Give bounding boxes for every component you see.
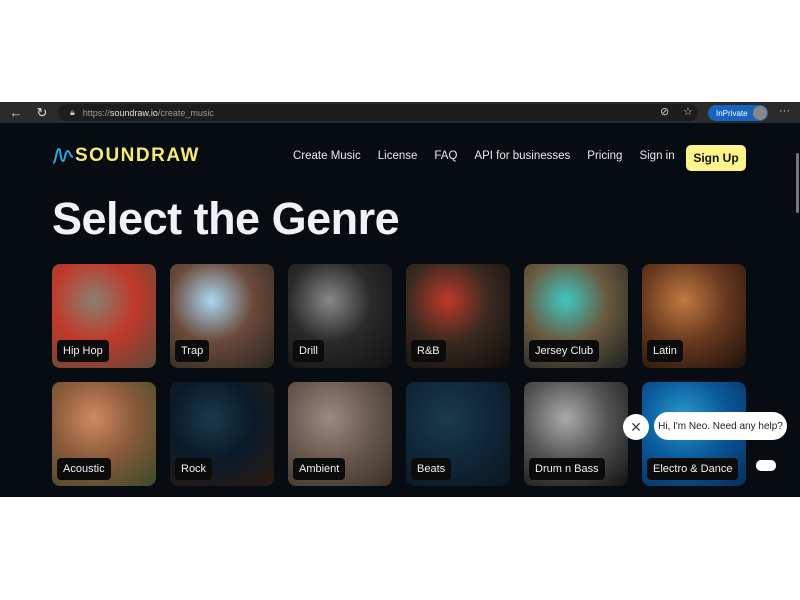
url-domain: soundraw.io <box>109 107 158 118</box>
genre-card-r-b[interactable]: R&B <box>406 264 510 368</box>
genre-label: Electro & Dance <box>647 458 739 480</box>
genre-label: Hip Hop <box>57 340 109 362</box>
genre-card-latin[interactable]: Latin <box>642 264 746 368</box>
tracking-icon[interactable]: ⊘ <box>660 105 669 118</box>
url-path: /create_music <box>157 107 214 118</box>
url-prefix: https:// <box>82 107 110 118</box>
refresh-icon[interactable]: ↻ <box>32 105 52 121</box>
chat-icon[interactable] <box>756 460 776 471</box>
genre-label: Drum n Bass <box>529 458 605 480</box>
logo-wave-icon <box>52 147 74 164</box>
browser-toolbar: ← ↻ 🔒︎ https://soundraw.io/create_music … <box>0 102 800 123</box>
genre-card-hip-hop[interactable]: Hip Hop <box>52 264 156 368</box>
nav-sign-in[interactable]: Sign in <box>639 150 674 162</box>
scrollbar[interactable] <box>796 123 800 497</box>
genre-card-beats[interactable]: Beats <box>406 382 510 486</box>
more-icon[interactable]: ··· <box>779 105 790 117</box>
chat-bubble[interactable]: Hi, I'm Neo. Need any help? <box>654 412 787 440</box>
close-chat-icon[interactable]: ✕ <box>623 414 649 440</box>
main-nav: Create Music License FAQ API for busines… <box>293 150 692 162</box>
genre-card-ambient[interactable]: Ambient <box>288 382 392 486</box>
genre-card-trap[interactable]: Trap <box>170 264 274 368</box>
logo-text: SOUNDRAW <box>75 145 200 166</box>
genre-label: Rock <box>175 458 213 480</box>
genre-label: Drill <box>293 340 324 362</box>
nav-create-music[interactable]: Create Music <box>293 150 361 162</box>
page-title: Select the Genre <box>52 193 400 244</box>
inprivate-label: InPrivate <box>716 108 748 118</box>
genre-label: Latin <box>647 340 683 362</box>
favorite-star-icon[interactable]: ☆ <box>683 105 693 118</box>
genre-card-jersey-club[interactable]: Jersey Club <box>524 264 628 368</box>
nav-pricing[interactable]: Pricing <box>587 150 622 162</box>
inprivate-button[interactable]: InPrivate <box>708 105 768 121</box>
genre-card-drum-n-bass[interactable]: Drum n Bass <box>524 382 628 486</box>
genre-label: Ambient <box>293 458 346 480</box>
genre-label: Jersey Club <box>529 340 600 362</box>
address-bar[interactable]: 🔒︎ https://soundraw.io/create_music <box>58 104 698 121</box>
genre-label: R&B <box>411 340 446 362</box>
nav-license[interactable]: License <box>378 150 418 162</box>
lock-icon: 🔒︎ <box>70 107 75 117</box>
genre-label: Beats <box>411 458 452 480</box>
logo[interactable]: SOUNDRAW <box>52 145 200 167</box>
genre-card-drill[interactable]: Drill <box>288 264 392 368</box>
genre-card-rock[interactable]: Rock <box>170 382 274 486</box>
back-icon[interactable]: ← <box>6 105 26 120</box>
avatar <box>753 106 767 120</box>
genre-label: Trap <box>175 340 210 362</box>
nav-api[interactable]: API for businesses <box>474 150 570 162</box>
sign-up-button[interactable]: Sign Up <box>686 145 746 171</box>
genre-label: Acoustic <box>57 458 111 480</box>
nav-faq[interactable]: FAQ <box>434 150 457 162</box>
genre-card-acoustic[interactable]: Acoustic <box>52 382 156 486</box>
page: SOUNDRAW Create Music License FAQ API fo… <box>0 123 800 497</box>
